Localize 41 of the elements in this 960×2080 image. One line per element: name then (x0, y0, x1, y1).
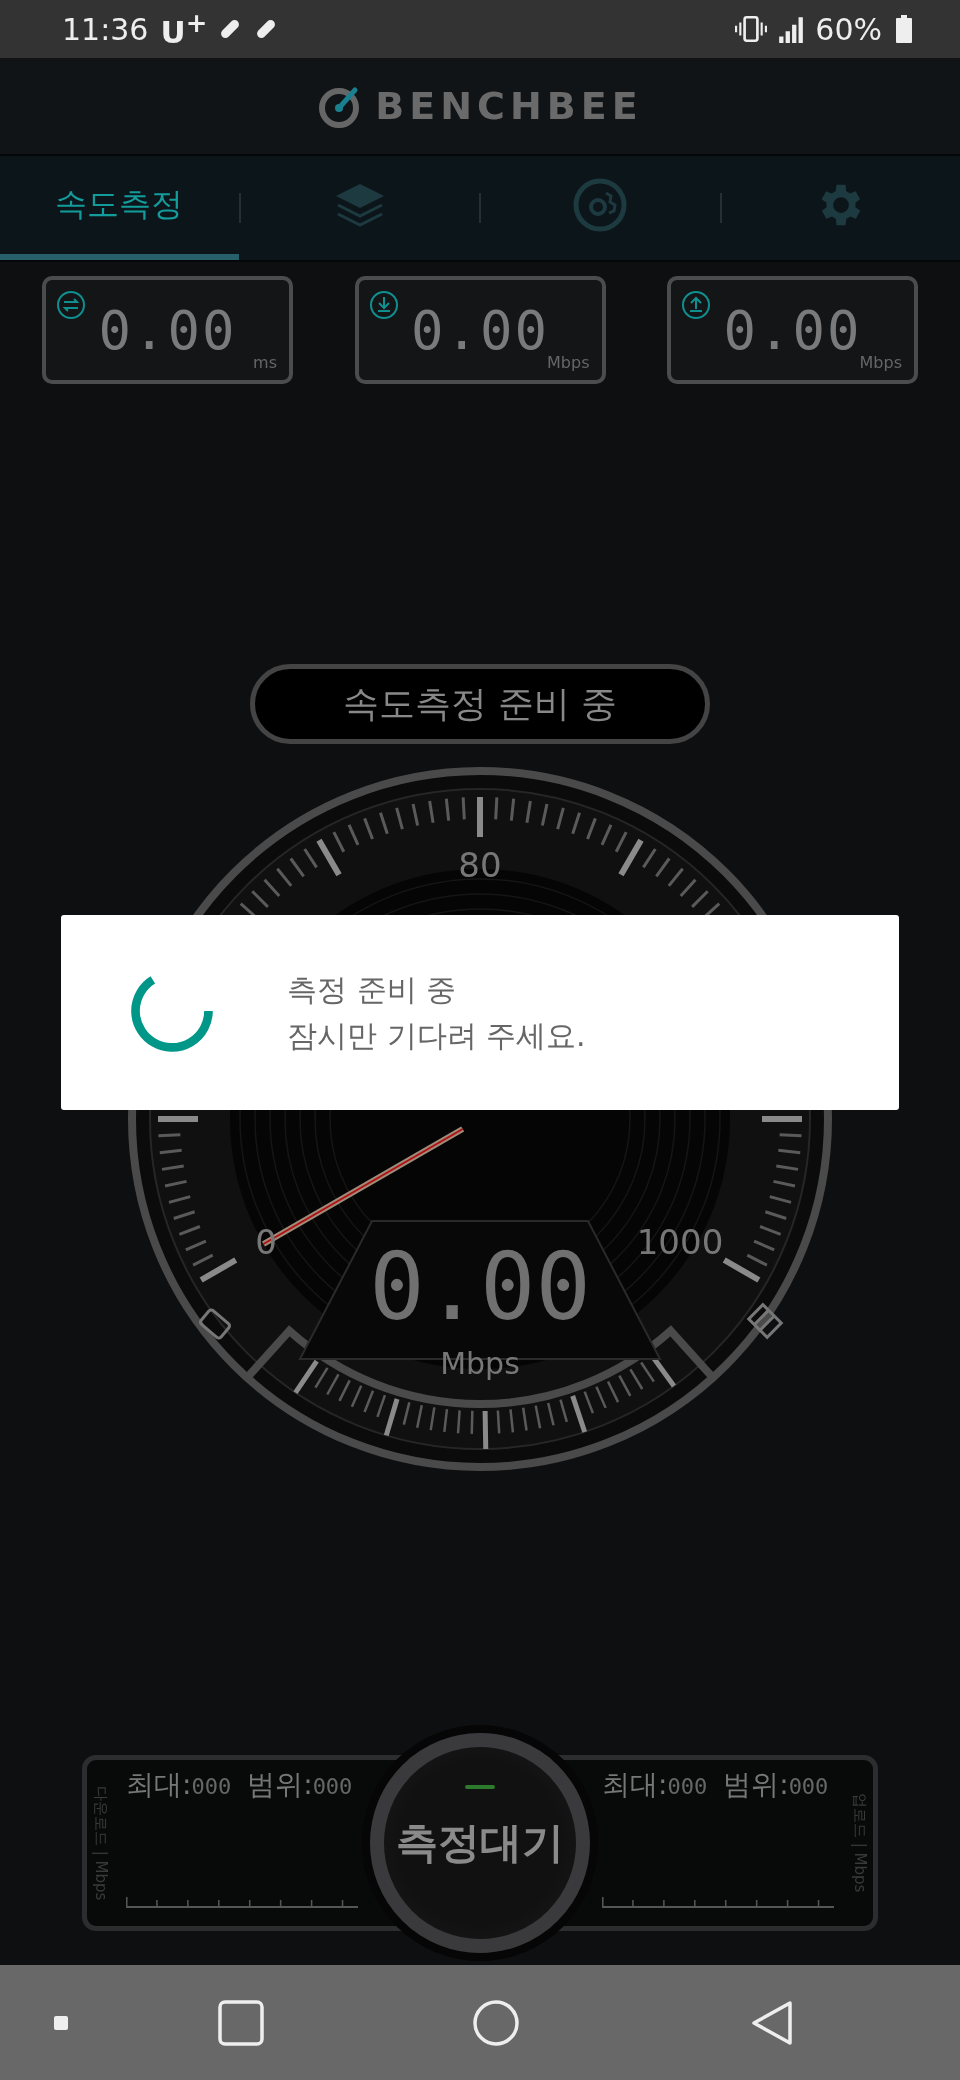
max-label: 최대: (126, 1767, 192, 1803)
swap-arrows-icon (56, 290, 86, 320)
max-value: 000 (191, 1774, 232, 1799)
graph-ruler-icon (126, 1896, 358, 1908)
home-button[interactable] (472, 1998, 520, 2047)
dialog-message: 측정 준비 중 (287, 970, 458, 1009)
metric-unit: Mbps (547, 353, 590, 372)
range-value: 000 (788, 1774, 829, 1799)
graph-ruler-icon (602, 1896, 834, 1908)
download-icon (368, 290, 399, 320)
metric-value: 0.00 (410, 298, 549, 362)
range-label: 범위: (247, 1767, 313, 1803)
metric-value: 0.00 (98, 298, 237, 362)
disc-chart-icon (572, 177, 629, 233)
dot-button[interactable] (54, 2015, 68, 2030)
back-button[interactable] (750, 1999, 794, 2046)
speed-value: 0.00 (369, 1234, 591, 1341)
dialog-message: 잠시만 기다려 주세요. (287, 1016, 586, 1055)
status-pill: 속도측정 준비 중 (250, 664, 710, 744)
metric-value: 0.00 (723, 298, 862, 362)
max-label: 최대: (602, 1767, 668, 1803)
app-logo: BENCHBEE (375, 84, 643, 128)
gauge-logo-icon (317, 84, 362, 128)
metric-unit: Mbps (859, 353, 902, 372)
speed-unit: Mbps (440, 1346, 520, 1381)
signal-icon (777, 15, 806, 43)
battery-icon (896, 15, 912, 43)
max-value: 000 (667, 1774, 708, 1799)
upload-icon (681, 290, 711, 320)
gauge-scale-label: 80 (458, 845, 502, 885)
carrier-label: U$^{+}$ (160, 7, 208, 51)
status-time: 11:36 (62, 11, 149, 47)
range-label: 범위: (723, 1767, 789, 1803)
vibrate-icon (735, 15, 768, 43)
gauge-scale-label: 1000 (636, 1222, 724, 1262)
metric-unit: ms (253, 353, 277, 372)
battery-percent: 60% (815, 11, 882, 47)
recents-button[interactable] (218, 1999, 264, 2046)
range-value: 000 (312, 1774, 353, 1799)
phone-icon (197, 1307, 233, 1341)
server-icon (746, 1302, 784, 1340)
